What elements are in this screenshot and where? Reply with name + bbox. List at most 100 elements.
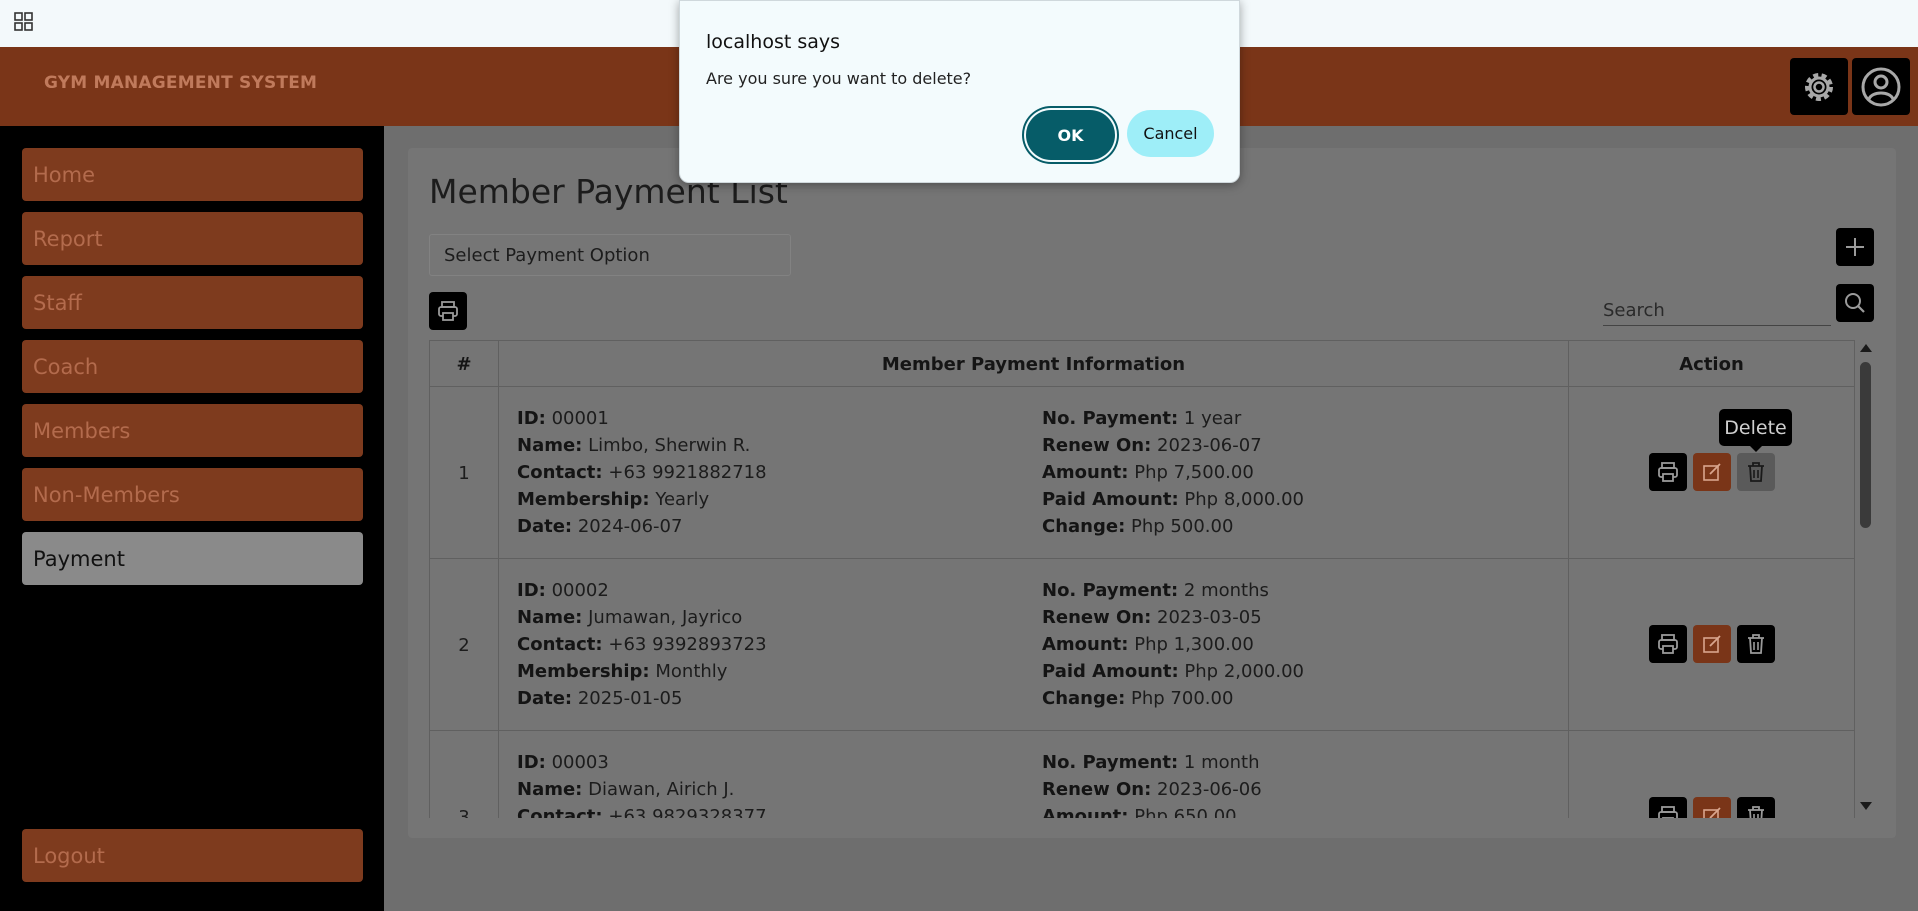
payment-count: 1 month: [1183, 752, 1260, 773]
ok-button[interactable]: OK: [1026, 110, 1115, 160]
member-date: 2024-06-07: [577, 516, 683, 537]
field-label: Renew On:: [1042, 607, 1152, 628]
field-label: No. Payment:: [1042, 752, 1179, 773]
payment-amount: Php 650.00: [1134, 806, 1237, 818]
sidebar-item-report[interactable]: Report: [22, 212, 363, 265]
renew-date: 2023-06-06: [1157, 779, 1262, 800]
member-id: 00001: [551, 408, 609, 429]
printer-icon: [1658, 806, 1678, 818]
printer-icon: [1658, 462, 1678, 482]
field-label: Paid Amount:: [1042, 489, 1179, 510]
print-button[interactable]: [1649, 797, 1687, 818]
payment-table: # Member Payment Information Action 1 ID…: [429, 340, 1855, 818]
sidebar-item-payment[interactable]: Payment: [22, 532, 363, 585]
profile-button[interactable]: [1852, 58, 1910, 115]
member-details: ID: 00002 Name: Jumawan, Jayrico Contact…: [517, 577, 767, 712]
logout-button[interactable]: Logout: [22, 829, 363, 882]
field-label: Membership:: [517, 661, 650, 682]
field-label: ID:: [517, 408, 546, 429]
sidebar-item-home[interactable]: Home: [22, 148, 363, 201]
delete-button[interactable]: [1737, 797, 1775, 818]
member-contact: +63 9829328377: [608, 806, 767, 818]
edit-icon: [1703, 807, 1721, 818]
row-number: 2: [429, 559, 498, 731]
field-label: ID:: [517, 580, 546, 601]
delete-button[interactable]: [1737, 625, 1775, 663]
member-id: 00002: [551, 580, 609, 601]
payment-option-select[interactable]: Select Payment Option: [429, 234, 791, 276]
scroll-down-arrow[interactable]: [1860, 802, 1872, 810]
sidebar-item-non-members[interactable]: Non-Members: [22, 468, 363, 521]
member-contact: +63 9392893723: [608, 634, 767, 655]
cancel-button[interactable]: Cancel: [1127, 110, 1214, 157]
paid-amount: Php 2,000.00: [1184, 661, 1304, 682]
printer-icon: [1658, 634, 1678, 654]
print-all-button[interactable]: [429, 292, 467, 330]
edit-icon: [1703, 635, 1721, 653]
renew-date: 2023-06-07: [1157, 435, 1262, 456]
table-row: 1 ID: 00001 Name: Limbo, Sherwin R. Cont…: [429, 387, 1855, 559]
member-date: 2025-01-05: [577, 688, 683, 709]
field-label: Contact:: [517, 806, 603, 818]
add-payment-button[interactable]: [1836, 228, 1874, 266]
member-membership: Monthly: [655, 661, 728, 682]
delete-button[interactable]: [1737, 453, 1775, 491]
field-label: Contact:: [517, 462, 603, 483]
payment-info-cell: ID: 00001 Name: Limbo, Sherwin R. Contac…: [498, 387, 1568, 559]
paid-amount: Php 8,000.00: [1184, 489, 1304, 510]
print-button[interactable]: [1649, 453, 1687, 491]
edit-button[interactable]: [1693, 797, 1731, 818]
delete-tooltip: Delete: [1719, 409, 1792, 452]
sidebar-item-coach[interactable]: Coach: [22, 340, 363, 393]
confirm-dialog: localhost says Are you sure you want to …: [679, 0, 1240, 183]
scroll-up-arrow[interactable]: [1860, 344, 1872, 352]
payment-details: No. Payment: 1 year Renew On: 2023-06-07…: [1042, 405, 1304, 540]
field-label: Change:: [1042, 688, 1126, 709]
field-label: No. Payment:: [1042, 408, 1179, 429]
edit-button[interactable]: [1693, 625, 1731, 663]
payment-count: 1 year: [1183, 408, 1242, 429]
search-input[interactable]: [1603, 296, 1831, 326]
payment-info-cell: ID: 00003 Name: Diawan, Airich J. Contac…: [498, 731, 1568, 818]
row-number: 1: [429, 387, 498, 559]
member-details: ID: 00003 Name: Diawan, Airich J. Contac…: [517, 749, 767, 818]
change-amount: Php 500.00: [1131, 516, 1234, 537]
edit-icon: [1703, 463, 1721, 481]
action-cell: [1568, 387, 1855, 559]
payment-count: 2 months: [1183, 580, 1269, 601]
member-name: Jumawan, Jayrico: [588, 607, 743, 628]
edit-button[interactable]: [1693, 453, 1731, 491]
member-details: ID: 00001 Name: Limbo, Sherwin R. Contac…: [517, 405, 767, 540]
payment-amount: Php 7,500.00: [1134, 462, 1254, 483]
table-row: 2 ID: 00002 Name: Jumawan, Jayrico Conta…: [429, 559, 1855, 731]
field-label: Amount:: [1042, 806, 1129, 818]
field-label: Renew On:: [1042, 779, 1152, 800]
sidebar-item-members[interactable]: Members: [22, 404, 363, 457]
scrollbar-thumb[interactable]: [1860, 362, 1871, 528]
trash-icon: [1748, 634, 1764, 654]
payment-amount: Php 1,300.00: [1134, 634, 1254, 655]
field-label: ID:: [517, 752, 546, 773]
printer-icon: [438, 301, 458, 321]
settings-button[interactable]: [1790, 58, 1848, 115]
table-row: 3 ID: 00003 Name: Diawan, Airich J. Cont…: [429, 731, 1855, 818]
member-contact: +63 9921882718: [608, 462, 767, 483]
print-button[interactable]: [1649, 625, 1687, 663]
table-header: # Member Payment Information Action: [429, 341, 1855, 387]
field-label: Contact:: [517, 634, 603, 655]
renew-date: 2023-03-05: [1157, 607, 1262, 628]
payment-details: No. Payment: 1 month Renew On: 2023-06-0…: [1042, 749, 1262, 818]
search-button[interactable]: [1836, 284, 1874, 322]
field-label: Date:: [517, 688, 573, 709]
sidebar-item-staff[interactable]: Staff: [22, 276, 363, 329]
trash-icon: [1748, 462, 1764, 482]
gear-icon: [1805, 72, 1833, 101]
user-circle-icon: [1861, 67, 1901, 106]
app-title: GYM MANAGEMENT SYSTEM: [44, 73, 318, 93]
member-membership: Yearly: [655, 489, 710, 510]
dialog-title: localhost says: [706, 31, 841, 53]
apps-grid-icon[interactable]: [14, 12, 34, 32]
table-scrollbar[interactable]: [1857, 342, 1873, 818]
field-label: Name:: [517, 607, 583, 628]
field-label: Paid Amount:: [1042, 661, 1179, 682]
